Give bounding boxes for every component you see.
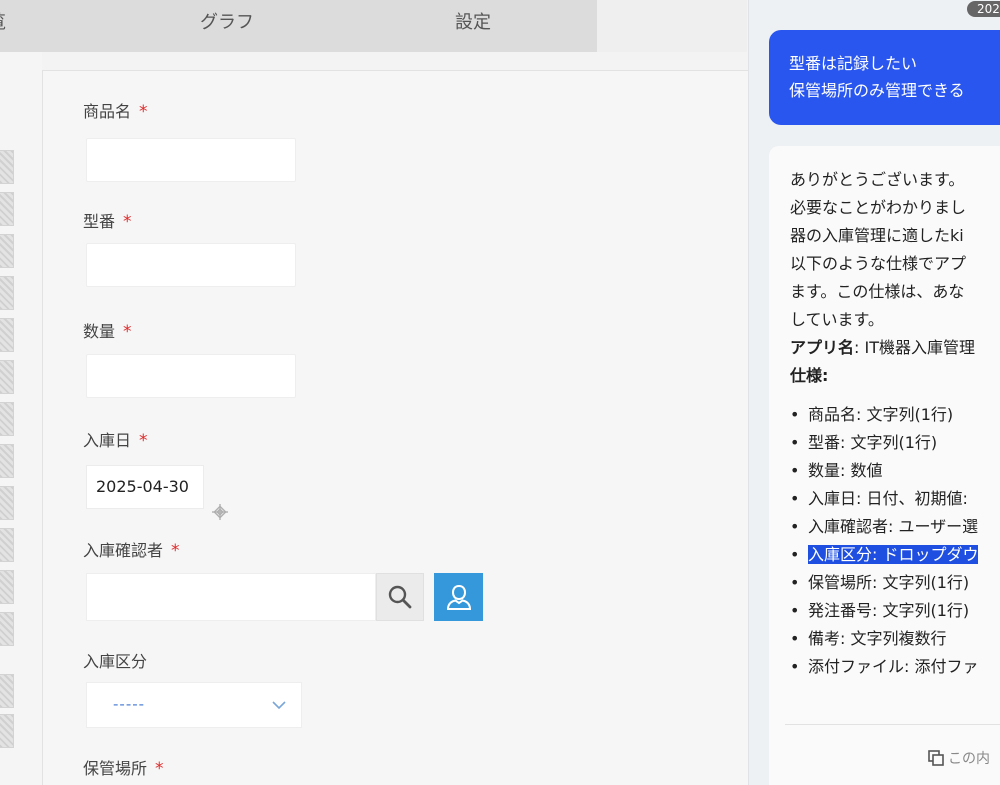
required-mark: * [155, 759, 164, 779]
tab-list[interactable]: 覧 [0, 0, 6, 52]
label-text: 数量 [83, 322, 116, 341]
app-name-label: アプリ名 [790, 338, 855, 357]
quantity-label: 数量 * [83, 318, 132, 342]
app-name-line: アプリ名: IT機器入庫管理 [790, 334, 1000, 362]
product-name-label: 商品名 * [83, 98, 148, 122]
assistant-message-line: 器の入庫管理に適したki [790, 226, 964, 245]
record-icon[interactable] [0, 528, 14, 562]
record-icon[interactable] [0, 444, 14, 478]
required-mark: * [123, 322, 132, 342]
spec-heading: 仕様: [790, 362, 1000, 390]
record-icon[interactable] [0, 402, 14, 436]
copy-button[interactable]: この内 [927, 748, 990, 768]
spec-item: 商品名: 文字列(1行) [790, 401, 1000, 429]
calendar-icon[interactable] [211, 503, 229, 526]
spec-item-highlighted: 入庫区分: ドロップダウ [790, 541, 1000, 569]
label-text: 入庫確認者 [83, 541, 164, 560]
assistant-message-line: ます。この仕様は、あな [790, 282, 965, 301]
spec-label-suffix: : [822, 366, 829, 385]
user-select-button[interactable] [434, 573, 483, 621]
tab-bar: 覧 グラフ 設定 [0, 0, 597, 52]
model-number-field[interactable] [86, 243, 296, 287]
user-message-line: 保管場所のみ管理できる [789, 81, 965, 100]
record-icon[interactable] [0, 276, 14, 310]
spec-item: 数量: 数値 [790, 457, 1000, 485]
arrival-date-label: 入庫日 * [83, 427, 148, 451]
chevron-down-icon [271, 697, 287, 716]
assistant-message-line: ありがとうございます。 [790, 170, 965, 189]
copy-label: この内 [948, 751, 990, 767]
required-mark: * [139, 102, 148, 122]
user-message-line: 型番は記録したい [789, 54, 918, 73]
copy-icon [928, 750, 944, 766]
assistant-message-line: 以下のような仕様でアプ [790, 254, 967, 273]
highlighted-text: 入庫区分: ドロップダウ [808, 545, 979, 564]
user-icon [446, 584, 471, 610]
arrival-type-select[interactable]: ----- [86, 682, 302, 728]
divider [785, 724, 1000, 725]
record-list-gutter [0, 52, 42, 785]
spec-item: 添付ファイル: 添付ファ [790, 653, 1000, 681]
user-message-bubble: 型番は記録したい 保管場所のみ管理できる [769, 30, 1000, 125]
timestamp-badge: 202 [967, 1, 1000, 17]
tab-graph[interactable]: グラフ [200, 0, 254, 52]
record-icon[interactable] [0, 674, 14, 708]
product-name-field[interactable] [86, 138, 296, 182]
spec-item: 入庫確認者: ユーザー選 [790, 513, 1000, 541]
record-icon[interactable] [0, 192, 14, 226]
label-text: 型番 [83, 212, 116, 231]
storage-location-label: 保管場所 * [83, 755, 164, 779]
record-icon[interactable] [0, 486, 14, 520]
record-icon[interactable] [0, 318, 14, 352]
assistant-message-line: しています。 [790, 310, 884, 329]
spec-item: 保管場所: 文字列(1行) [790, 569, 1000, 597]
required-mark: * [123, 212, 132, 232]
spec-label: 仕様 [790, 366, 823, 385]
app-name-value: : IT機器入庫管理 [854, 338, 975, 357]
tab-settings[interactable]: 設定 [455, 0, 491, 52]
quantity-field[interactable] [86, 354, 296, 398]
tab-bar-spacer [597, 0, 747, 52]
confirmer-field[interactable] [86, 573, 376, 621]
record-icon[interactable] [0, 360, 14, 394]
record-icon[interactable] [0, 714, 14, 748]
arrival-date-field[interactable]: 2025-04-30 [86, 465, 204, 509]
spec-item: 発注番号: 文字列(1行) [790, 597, 1000, 625]
user-search-button[interactable] [376, 573, 424, 621]
spec-list: 商品名: 文字列(1行) 型番: 文字列(1行) 数量: 数値 入庫日: 日付、… [790, 401, 1000, 681]
required-mark: * [139, 431, 148, 451]
label-text: 保管場所 [83, 759, 148, 778]
record-icon[interactable] [0, 612, 14, 646]
label-text: 商品名 [83, 102, 132, 121]
model-number-label: 型番 * [83, 208, 132, 232]
chat-panel: 202 型番は記録したい 保管場所のみ管理できる ありがとうございます。 必要な… [748, 0, 1000, 785]
arrival-type-value: ----- [113, 695, 146, 713]
spec-item: 入庫日: 日付、初期値: [790, 485, 1000, 513]
label-text: 入庫日 [83, 431, 132, 450]
record-icon[interactable] [0, 150, 14, 184]
assistant-message-bubble: ありがとうございます。 必要なことがわかりまし 器の入庫管理に適したki 以下の… [769, 146, 1000, 785]
search-icon [388, 585, 412, 609]
arrival-type-label: 入庫区分 [83, 652, 148, 671]
assistant-message-line: 必要なことがわかりまし [790, 198, 967, 217]
required-mark: * [171, 541, 180, 561]
spec-item: 備考: 文字列複数行 [790, 625, 1000, 653]
spec-item: 型番: 文字列(1行) [790, 429, 1000, 457]
record-icon[interactable] [0, 234, 14, 268]
record-icon[interactable] [0, 570, 14, 604]
confirmer-label: 入庫確認者 * [83, 537, 180, 561]
